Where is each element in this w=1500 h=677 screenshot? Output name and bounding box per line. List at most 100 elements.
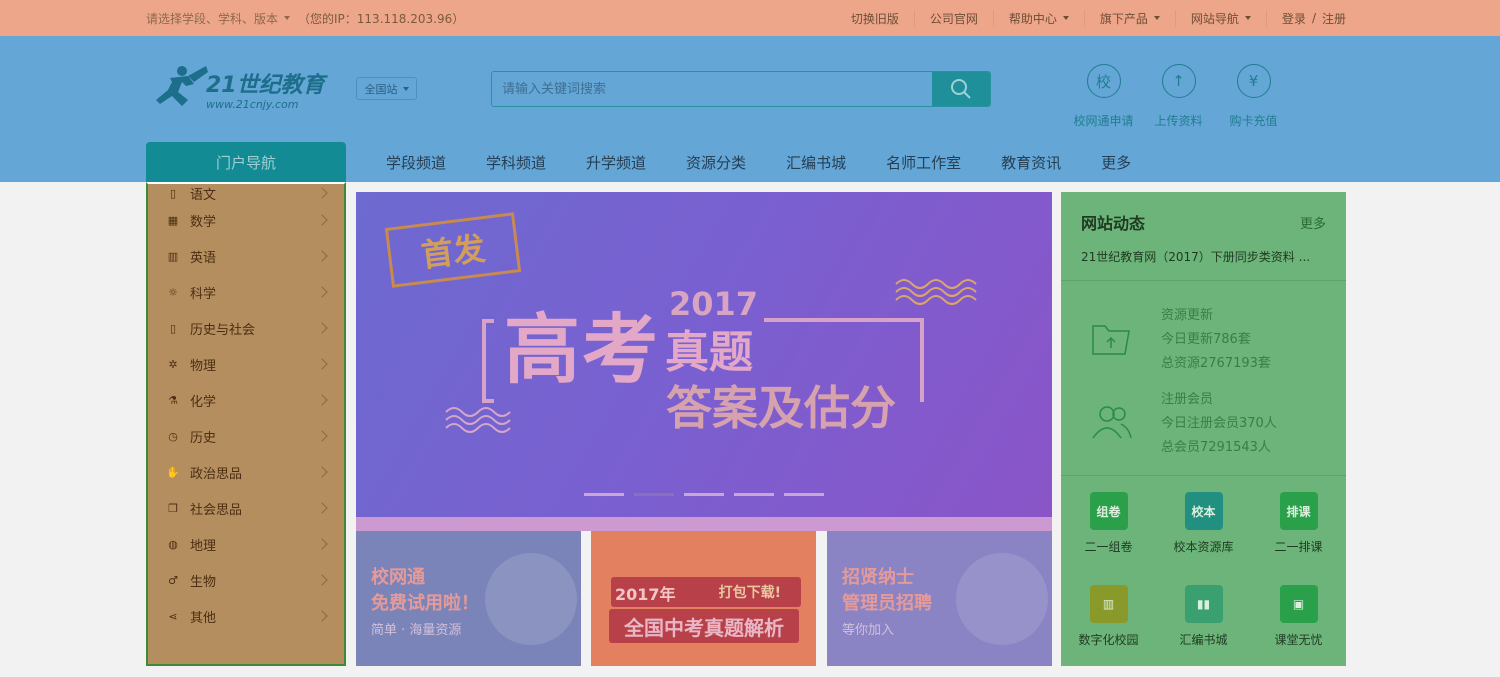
news-item[interactable]: 21世纪教育网（2017）下册同步类资料 ... [1081,248,1331,265]
products-menu[interactable]: 旗下产品 [1085,9,1176,27]
switch-old-version-link[interactable]: 切换旧版 [836,9,915,27]
carousel-dot[interactable] [734,493,774,496]
more-link[interactable]: 更多 [1300,213,1326,232]
resource-today: 今日更新786套 [1161,332,1251,347]
abc-icon: ▥ [167,249,179,263]
app-grid: 组卷 二一组卷 校本 校本资源库 排课 二一排课 ▥ 数字化校园 ▮▮ 汇编书城 ▣ 课堂无忧 [1061,492,1346,648]
columns-icon: ▯ [169,321,177,335]
sidebar-item[interactable]: ❐ 社会思品 [148,490,344,526]
sidebar-item-label: 其他 [190,610,217,626]
book-icon: ▯ [169,186,177,200]
station-selector[interactable]: 全国站 [356,77,417,100]
member-today: 今日注册会员370人 [1161,416,1277,431]
promo-title: 全国中考真题解析 [609,609,799,643]
chevron-right-icon [316,286,328,298]
chevron-down-icon [1062,16,1069,20]
sidebar-item[interactable]: ◷ 历史 [148,418,344,454]
subject-sidebar: ▯ 语文 ▦ 数学 ▥ 英语 ☼ 科学 ▯ 历史与社会 ✲ 物理 ⚗ 化学 ◷ 历史 ✋ 政治思品 ❐ 社会思品 ◍ 地理… [146,182,346,666]
link-label: 公司官网 [929,11,978,26]
register-link[interactable]: 注册 [1322,10,1346,27]
sidebar-item[interactable]: ♂ 生物 [148,562,344,598]
banner-title-2: 真题 [665,327,753,378]
copy-icon: ❐ [168,501,178,515]
app-item[interactable]: ▮▮ 汇编书城 [1156,585,1251,648]
app-item[interactable]: 组卷 二一组卷 [1061,492,1156,555]
sidebar-item[interactable]: ✋ 政治思品 [148,454,344,490]
carousel-dot[interactable] [634,493,674,496]
nav-item-stage[interactable]: 学段频道 [366,152,466,173]
sidebar-item-label: 历史与社会 [190,322,256,338]
carousel-dot[interactable] [684,493,724,496]
chevron-right-icon [316,430,328,442]
school-building-icon [485,553,577,645]
bulb-icon: ☼ [168,285,178,299]
app-icon: 校本 [1184,492,1223,530]
promo-line2: 免费试用啦！ [371,593,479,614]
nav-item-subject[interactable]: 学科频道 [466,152,566,173]
carousel-dot[interactable] [584,493,624,496]
carousel-dot[interactable] [784,493,824,496]
chevron-right-icon [316,322,328,334]
promo-exam-analysis[interactable]: 打包下载! 2017年 全国中考真题解析 [591,531,816,666]
search-input[interactable] [492,72,932,106]
header-shortcuts: 校 校网通申请 ↑ 上传资料 ¥ 购卡充值 [1066,64,1291,129]
promo-line3: 等你加入 [842,623,895,638]
help-center-menu[interactable]: 帮助中心 [994,9,1085,27]
promo-school-network[interactable]: 校网通 免费试用啦！ 简单 · 海量资源 [356,531,581,666]
promo-divider [356,517,1052,531]
app-item[interactable]: ▥ 数字化校园 [1061,585,1156,648]
member-title: 注册会员 [1161,392,1214,407]
site-nav-menu[interactable]: 网站导航 [1176,9,1267,27]
sidebar-item[interactable]: ⚗ 化学 [148,382,344,418]
sidebar-item[interactable]: ▥ 英语 [148,238,344,274]
buy-card-recharge[interactable]: ¥ 购卡充值 [1216,64,1291,129]
nav-item-admission[interactable]: 升学频道 [566,152,666,173]
sidebar-item[interactable]: ◍ 地理 [148,526,344,562]
stage-subject-selector[interactable]: 请选择学段、学科、版本 [146,10,291,27]
nav-item-education-news[interactable]: 教育资讯 [981,152,1081,173]
sidebar-item[interactable]: ▦ 数学 [148,202,344,238]
upload-material[interactable]: ↑ 上传资料 [1141,64,1216,129]
sidebar-item[interactable]: ▯ 历史与社会 [148,310,344,346]
clock-icon: ◷ [168,429,178,443]
banner-subtitle: 答案及估分 [666,381,896,435]
promo-recruit[interactable]: 招贤纳士 管理员招聘 等你加入 [827,531,1052,666]
auth-divider: / [1311,11,1316,25]
nav-item-resource-category[interactable]: 资源分类 [666,152,766,173]
hero-banner[interactable]: 首发 高考 2017 真题 答案及估分 [356,192,1052,517]
search-button[interactable] [932,72,990,106]
chevron-right-icon [316,250,328,262]
sidebar-item-label: 科学 [190,286,217,302]
app-label: 汇编书城 [1179,633,1228,647]
search-icon [951,79,971,99]
banner-frame [482,319,494,403]
app-item[interactable]: ▣ 课堂无忧 [1251,585,1346,648]
chevron-right-icon [316,466,328,478]
company-site-link[interactable]: 公司官网 [915,9,994,27]
sidebar-item[interactable]: ☼ 科学 [148,274,344,310]
app-item[interactable]: 排课 二一排课 [1251,492,1346,555]
promo-line3: 简单 · 海量资源 [371,623,462,638]
sidebar-item-label: 语文 [190,187,217,203]
login-link[interactable]: 登录 [1282,10,1306,27]
sidebar-item-label: 政治思品 [190,466,243,482]
ip-text: （您的IP：113.118.203.96） [298,11,465,26]
hand-icon: ✋ [166,465,180,479]
nav-item-bookstore[interactable]: 汇编书城 [766,152,866,173]
sidebar-item[interactable]: ✲ 物理 [148,346,344,382]
sidebar-item[interactable]: ▯ 语文 [148,184,344,203]
sidebar-item[interactable]: ⋖ 其他 [148,598,344,634]
app-item[interactable]: 校本 校本资源库 [1156,492,1251,555]
nav-item-teacher-studio[interactable]: 名师工作室 [866,152,981,173]
divider [1061,475,1346,476]
shortcut-label: 校网通申请 [1073,114,1134,128]
portal-nav-tab[interactable]: 门户导航 [146,142,346,182]
app-label: 课堂无忧 [1274,633,1323,647]
chevron-down-icon [402,86,409,91]
nav-item-more[interactable]: 更多 [1081,152,1151,173]
site-logo[interactable]: 21世纪教育 www.21cnjy.com [148,62,338,112]
divider [1061,280,1346,281]
school-network-apply[interactable]: 校 校网通申请 [1066,64,1141,129]
share-icon: ⋖ [168,609,178,623]
promo-year: 2017年 [615,585,676,604]
